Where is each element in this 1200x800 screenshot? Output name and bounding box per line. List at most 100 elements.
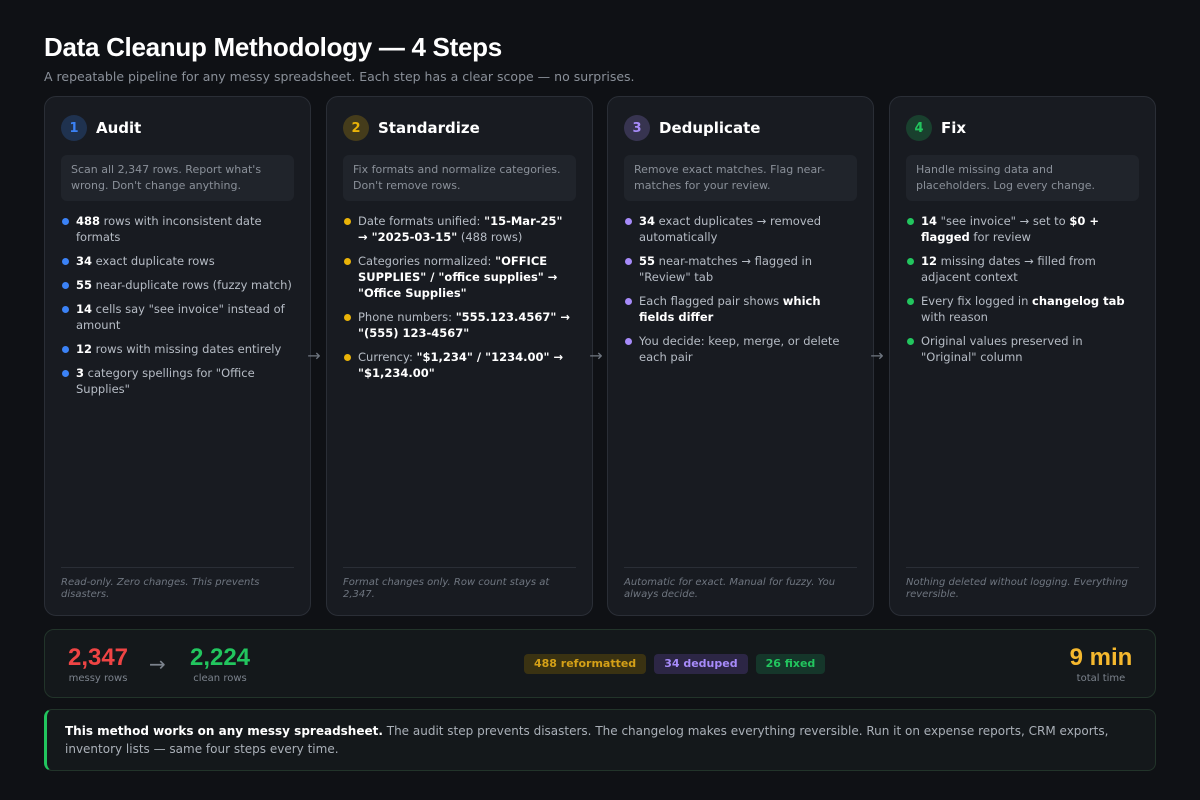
- bullet-dot-icon: [62, 346, 69, 353]
- bullet-text: Original values preserved in "Original" …: [921, 334, 1083, 364]
- step-title: Audit: [96, 119, 142, 137]
- step-number-badge: 1: [61, 115, 87, 141]
- step-title: Fix: [941, 119, 967, 137]
- bullet-text: Every fix logged in: [921, 294, 1033, 308]
- bullet-item: You decide: keep, merge, or delete each …: [624, 333, 857, 365]
- step-bullets: 14 "see invoice" → set to $0 + flagged f…: [906, 213, 1139, 365]
- total-time-stat: 9 min total time: [1067, 644, 1135, 684]
- bullet-text: with reason: [921, 310, 988, 324]
- step-footer: Automatic for exact. Manual for fuzzy. Y…: [624, 567, 857, 601]
- bullet-item: 488 rows with inconsistent date formats: [61, 213, 294, 245]
- bullet-item: Date formats unified: "15-Mar-25" → "202…: [343, 213, 576, 245]
- bullet-emphasis: 488: [76, 214, 101, 228]
- result-badge: 34 deduped: [654, 654, 748, 674]
- bullet-emphasis: 55: [639, 254, 656, 268]
- bullet-item: 12 missing dates → filled from adjacent …: [906, 253, 1139, 285]
- total-time-label: total time: [1076, 673, 1126, 684]
- bullet-dot-icon: [625, 258, 632, 265]
- bullet-emphasis: 3: [76, 366, 85, 380]
- bullet-text: missing dates → filled from adjacent con…: [921, 254, 1096, 284]
- bullet-item: 14 "see invoice" → set to $0 + flagged f…: [906, 213, 1139, 245]
- bullet-dot-icon: [344, 218, 351, 225]
- bullet-emphasis: 14: [76, 302, 93, 316]
- bullet-emphasis: 14: [921, 214, 938, 228]
- bullet-item: 55 near-matches → flagged in "Review" ta…: [624, 253, 857, 285]
- step-card-standardize: 2 Standardize Fix formats and normalize …: [326, 96, 593, 616]
- clean-rows-stat: 2,224 clean rows: [183, 644, 257, 684]
- step-number-badge: 4: [906, 115, 932, 141]
- bullet-item: Categories normalized: "OFFICE SUPPLIES"…: [343, 253, 576, 301]
- step-number-badge: 3: [624, 115, 650, 141]
- bullet-item: 55 near-duplicate rows (fuzzy match): [61, 277, 294, 293]
- bullet-dot-icon: [907, 258, 914, 265]
- arrow-right-icon: →: [589, 346, 603, 365]
- bullet-dot-icon: [625, 218, 632, 225]
- bullet-text: rows with inconsistent date formats: [76, 214, 262, 244]
- bullet-emphasis: 12: [76, 342, 93, 356]
- bullet-dot-icon: [907, 338, 914, 345]
- result-badge: 488 reformatted: [524, 654, 647, 674]
- bullet-dot-icon: [625, 298, 632, 305]
- step-scope: Fix formats and normalize categories. Do…: [343, 155, 576, 201]
- clean-rows-label: clean rows: [193, 673, 247, 684]
- summary-bar: 2,347 messy rows → 2,224 clean rows 488 …: [44, 629, 1156, 698]
- bullet-item: 14 cells say "see invoice" instead of am…: [61, 301, 294, 333]
- bullet-text: Categories normalized:: [358, 254, 496, 268]
- bullet-dot-icon: [62, 282, 69, 289]
- bullet-text: category spellings for "Office Supplies": [76, 366, 255, 396]
- bullet-text: "see invoice" → set to: [937, 214, 1070, 228]
- card-header: 1 Audit: [61, 115, 294, 141]
- step-bullets: 488 rows with inconsistent date formats 3…: [61, 213, 294, 397]
- bullet-item: Original values preserved in "Original" …: [906, 333, 1139, 365]
- step-scope: Handle missing data and placeholders. Lo…: [906, 155, 1139, 201]
- page-subtitle: A repeatable pipeline for any messy spre…: [44, 69, 635, 84]
- arrow-right-icon: →: [149, 652, 166, 676]
- result-badge: 26 fixed: [755, 654, 826, 674]
- page-title: Data Cleanup Methodology — 4 Steps: [44, 32, 502, 62]
- bullet-text: Currency:: [358, 350, 417, 364]
- messy-rows-stat: 2,347 messy rows: [63, 644, 133, 684]
- bullet-text: Each flagged pair shows: [639, 294, 783, 308]
- step-bullets: Date formats unified: "15-Mar-25" → "202…: [343, 213, 576, 381]
- bullet-text: exact duplicates → removed automatically: [639, 214, 822, 244]
- bullet-item: 12 rows with missing dates entirely: [61, 341, 294, 357]
- bullet-emphasis: 34: [639, 214, 656, 228]
- step-number-badge: 2: [343, 115, 369, 141]
- step-footer: Format changes only. Row count stays at …: [343, 567, 576, 601]
- bullet-dot-icon: [344, 314, 351, 321]
- bullet-text: exact duplicate rows: [92, 254, 215, 268]
- messy-rows-value: 2,347: [67, 644, 129, 671]
- bullet-emphasis: changelog tab: [1032, 294, 1125, 308]
- bullet-dot-icon: [907, 298, 914, 305]
- step-card-deduplicate: 3 Deduplicate Remove exact matches. Flag…: [607, 96, 874, 616]
- result-badges: 488 reformatted 34 deduped 26 fixed: [524, 654, 826, 674]
- card-header: 4 Fix: [906, 115, 1139, 141]
- arrow-right-icon: →: [307, 346, 321, 365]
- step-scope: Remove exact matches. Flag near-matches …: [624, 155, 857, 201]
- bullet-item: 34 exact duplicates → removed automatica…: [624, 213, 857, 245]
- bullet-item: Each flagged pair shows which fields dif…: [624, 293, 857, 325]
- bullet-item: Phone numbers: "555.123.4567" → "(555) 1…: [343, 309, 576, 341]
- bullet-dot-icon: [907, 218, 914, 225]
- step-card-audit: 1 Audit Scan all 2,347 rows. Report what…: [44, 96, 311, 616]
- bullet-item: Every fix logged in changelog tab with r…: [906, 293, 1139, 325]
- bullet-item: 34 exact duplicate rows: [61, 253, 294, 269]
- step-footer: Read-only. Zero changes. This prevents d…: [61, 567, 294, 601]
- bullet-item: 3 category spellings for "Office Supplie…: [61, 365, 294, 397]
- steps-row: 1 Audit Scan all 2,347 rows. Report what…: [44, 96, 1156, 616]
- bullet-text: You decide: keep, merge, or delete each …: [639, 334, 840, 364]
- clean-rows-value: 2,224: [189, 644, 251, 671]
- step-footer: Nothing deleted without logging. Everyth…: [906, 567, 1139, 601]
- note-strong: This method works on any messy spreadshe…: [65, 724, 383, 738]
- step-card-fix: 4 Fix Handle missing data and placeholde…: [889, 96, 1156, 616]
- bullet-text: Date formats unified:: [358, 214, 485, 228]
- bullet-emphasis: 34: [76, 254, 93, 268]
- bullet-dot-icon: [62, 218, 69, 225]
- bullet-dot-icon: [344, 354, 351, 361]
- bullet-text: cells say "see invoice" instead of amoun…: [76, 302, 285, 332]
- bullet-emphasis: 12: [921, 254, 938, 268]
- bullet-emphasis: 55: [76, 278, 93, 292]
- bullet-dot-icon: [62, 306, 69, 313]
- callout-note: This method works on any messy spreadshe…: [44, 709, 1156, 771]
- total-time-value: 9 min: [1069, 644, 1133, 671]
